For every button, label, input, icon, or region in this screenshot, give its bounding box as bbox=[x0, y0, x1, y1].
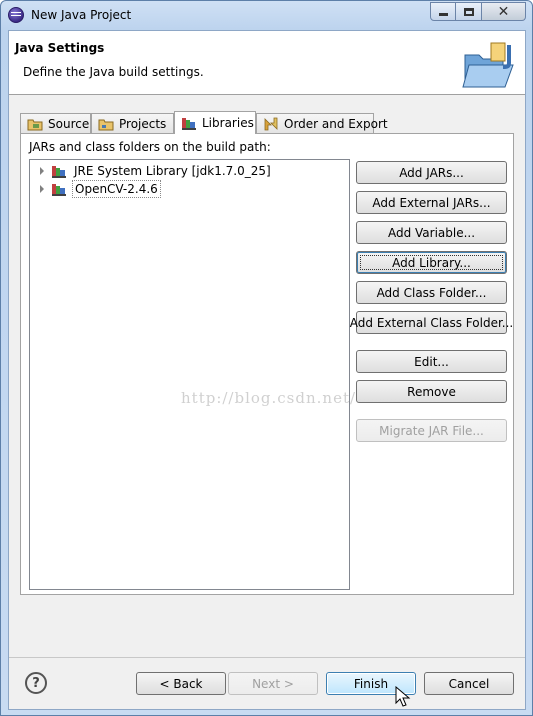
tab-libraries-label: Libraries bbox=[202, 116, 254, 130]
add-library-button[interactable]: Add Library... bbox=[356, 251, 507, 274]
add-variable-button[interactable]: Add Variable... bbox=[356, 221, 507, 244]
page-description: Define the Java build settings. bbox=[23, 65, 204, 79]
finish-button[interactable]: Finish bbox=[326, 672, 416, 695]
eclipse-icon bbox=[8, 7, 24, 23]
tab-source-label: Source bbox=[48, 116, 90, 131]
help-icon: ? bbox=[32, 675, 40, 691]
tree-item-jre-system-library[interactable]: JRE System Library [jdk1.7.0_25] bbox=[30, 162, 273, 180]
wizard-header: Java Settings Define the Java build sett… bbox=[9, 31, 525, 95]
add-class-folder-button[interactable]: Add Class Folder... bbox=[356, 281, 507, 304]
tree-item-label: JRE System Library [jdk1.7.0_25] bbox=[74, 164, 271, 178]
tab-projects-label: Projects bbox=[119, 116, 167, 131]
add-external-jars-button[interactable]: Add External JARs... bbox=[356, 191, 507, 214]
build-path-label: JARs and class folders on the build path… bbox=[29, 140, 271, 154]
projects-icon bbox=[98, 119, 114, 130]
maximize-button[interactable] bbox=[456, 2, 482, 21]
minimize-button[interactable] bbox=[430, 2, 456, 21]
footer-separator bbox=[9, 657, 525, 658]
maximize-icon bbox=[463, 7, 474, 16]
dialog-client-area: Java Settings Define the Java build sett… bbox=[8, 30, 526, 710]
window-title: New Java Project bbox=[31, 8, 132, 22]
minimize-icon bbox=[438, 13, 448, 16]
page-title: Java Settings bbox=[15, 41, 105, 55]
library-icon bbox=[52, 166, 66, 178]
tab-order-and-export-label: Order and Export bbox=[284, 116, 388, 131]
add-external-class-folder-button[interactable]: Add External Class Folder... bbox=[350, 311, 513, 334]
source-icon bbox=[27, 119, 43, 130]
libraries-icon bbox=[182, 118, 196, 130]
title-bar[interactable]: New Java Project ✕ bbox=[1, 1, 532, 29]
cancel-button[interactable]: Cancel bbox=[424, 672, 514, 695]
tree-item-label: OpenCV-2.4.6 bbox=[72, 180, 161, 198]
tree-item-opencv[interactable]: OpenCV-2.4.6 bbox=[30, 180, 161, 198]
expand-arrow-icon[interactable] bbox=[40, 167, 44, 175]
back-button[interactable]: < Back bbox=[136, 672, 226, 695]
help-button[interactable]: ? bbox=[25, 672, 47, 694]
tab-projects[interactable]: Projects bbox=[91, 113, 174, 133]
library-icon bbox=[52, 184, 66, 196]
next-button[interactable]: Next > bbox=[228, 672, 318, 695]
expand-arrow-icon[interactable] bbox=[40, 185, 44, 193]
libraries-panel: JARs and class folders on the build path… bbox=[20, 133, 514, 595]
edit-button[interactable]: Edit... bbox=[356, 350, 507, 373]
order-export-icon bbox=[264, 117, 278, 130]
new-java-project-wizard-icon bbox=[462, 42, 514, 88]
remove-button[interactable]: Remove bbox=[356, 380, 507, 403]
tab-libraries[interactable]: Libraries bbox=[174, 111, 256, 134]
tab-order-and-export[interactable]: Order and Export bbox=[256, 113, 388, 133]
close-button[interactable]: ✕ bbox=[482, 2, 526, 21]
close-icon: ✕ bbox=[497, 3, 510, 20]
window-controls: ✕ bbox=[430, 2, 526, 21]
library-tree[interactable]: JRE System Library [jdk1.7.0_25] OpenCV-… bbox=[29, 159, 350, 590]
tab-source[interactable]: Source bbox=[20, 113, 91, 133]
dialog-window: New Java Project ✕ Java Settings Define … bbox=[0, 0, 533, 716]
add-jars-button[interactable]: Add JARs... bbox=[356, 161, 507, 184]
migrate-jar-file-button[interactable]: Migrate JAR File... bbox=[356, 419, 507, 442]
